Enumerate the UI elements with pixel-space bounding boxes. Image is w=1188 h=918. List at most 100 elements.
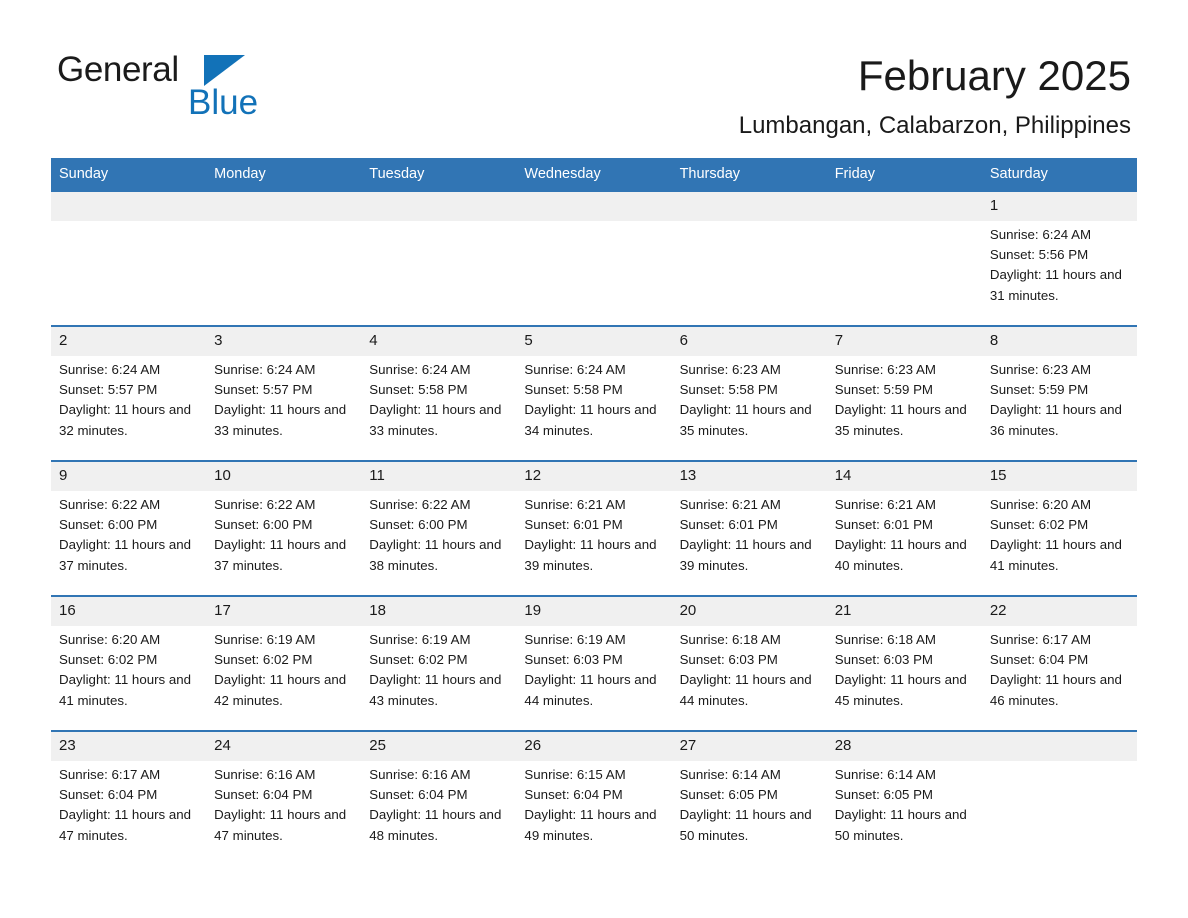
calendar-day-cell[interactable] [206,190,362,326]
calendar-day-cell[interactable]: 21 Sunrise: 6:18 AM Sunset: 6:03 PM Dayl… [826,595,982,731]
calendar-day-cell[interactable] [981,730,1137,865]
daylight-text: Daylight: 11 hours and 42 minutes. [214,672,347,708]
sunrise-text: Sunrise: 6:22 AM [214,497,316,512]
calendar-day-cell[interactable]: 2 Sunrise: 6:24 AM Sunset: 5:57 PM Dayli… [51,325,207,461]
calendar-day-cell[interactable] [826,190,982,326]
calendar-day-cell[interactable] [361,190,517,326]
day-details: Sunrise: 6:19 AM Sunset: 6:02 PM Dayligh… [206,626,361,711]
day-number [671,192,827,221]
calendar-day-cell[interactable]: 13 Sunrise: 6:21 AM Sunset: 6:01 PM Dayl… [671,460,827,596]
calendar-day-cell[interactable]: 25 Sunrise: 6:16 AM Sunset: 6:04 PM Dayl… [361,730,517,865]
daylight-text: Daylight: 11 hours and 44 minutes. [524,672,657,708]
daylight-text: Daylight: 11 hours and 39 minutes. [679,537,812,573]
sunset-text: Sunset: 6:00 PM [369,517,468,533]
calendar-day-cell[interactable]: 23 Sunrise: 6:17 AM Sunset: 6:04 PM Dayl… [51,730,207,865]
sunset-text: Sunset: 6:01 PM [834,517,934,533]
calendar-day-cell[interactable]: 27 Sunrise: 6:14 AM Sunset: 6:05 PM Dayl… [671,730,827,865]
calendar-week-row: 23 Sunrise: 6:17 AM Sunset: 6:04 PM Dayl… [51,730,1137,865]
day-number: 10 [206,462,362,491]
day-number [361,192,517,221]
sunrise-text: Sunrise: 6:18 AM [679,632,781,647]
daylight-text: Daylight: 11 hours and 33 minutes. [369,402,502,438]
day-details: Sunrise: 6:24 AM Sunset: 5:57 PM Dayligh… [206,356,361,441]
daylight-text: Daylight: 11 hours and 36 minutes. [989,402,1122,438]
calendar-day-cell[interactable]: 16 Sunrise: 6:20 AM Sunset: 6:02 PM Dayl… [51,595,207,731]
sunset-text: Sunset: 6:04 PM [59,787,158,803]
sunrise-sunset-calendar: Sunday Monday Tuesday Wednesday Thursday… [51,158,1137,865]
calendar-day-cell[interactable]: 20 Sunrise: 6:18 AM Sunset: 6:03 PM Dayl… [671,595,827,731]
sunset-text: Sunset: 5:58 PM [524,382,623,398]
calendar-day-cell[interactable]: 18 Sunrise: 6:19 AM Sunset: 6:02 PM Dayl… [361,595,517,731]
daylight-text: Daylight: 11 hours and 37 minutes. [214,537,347,573]
daylight-text: Daylight: 11 hours and 39 minutes. [524,537,657,573]
calendar-day-cell[interactable] [516,190,672,326]
daylight-text: Daylight: 11 hours and 50 minutes. [834,807,967,843]
day-number: 28 [826,732,982,761]
sunrise-text: Sunrise: 6:17 AM [59,767,161,782]
daylight-text: Daylight: 11 hours and 33 minutes. [214,402,347,438]
sunset-text: Sunset: 6:05 PM [834,787,934,803]
sunrise-text: Sunrise: 6:21 AM [524,497,626,512]
calendar-day-cell[interactable] [671,190,827,326]
day-details: Sunrise: 6:23 AM Sunset: 5:58 PM Dayligh… [672,356,827,441]
calendar-page: General Blue February 2025 Lumbangan, Ca… [0,0,1188,918]
calendar-day-cell[interactable]: 11 Sunrise: 6:22 AM Sunset: 6:00 PM Dayl… [361,460,517,596]
weekday-header-wednesday: Wednesday [516,158,672,191]
day-number: 27 [671,732,827,761]
sunset-text: Sunset: 6:04 PM [524,787,623,803]
day-number: 6 [671,327,827,356]
weekday-header-thursday: Thursday [671,158,827,191]
calendar-day-cell[interactable]: 22 Sunrise: 6:17 AM Sunset: 6:04 PM Dayl… [981,595,1137,731]
sunset-text: Sunset: 6:03 PM [524,652,623,668]
calendar-day-cell[interactable]: 3 Sunrise: 6:24 AM Sunset: 5:57 PM Dayli… [206,325,362,461]
sunset-text: Sunset: 6:01 PM [524,517,623,533]
sunrise-text: Sunrise: 6:22 AM [369,497,471,512]
sunset-text: Sunset: 6:03 PM [834,652,934,668]
calendar-day-cell[interactable]: 19 Sunrise: 6:19 AM Sunset: 6:03 PM Dayl… [516,595,672,731]
daylight-text: Daylight: 11 hours and 49 minutes. [524,807,657,843]
calendar-day-cell[interactable]: 4 Sunrise: 6:24 AM Sunset: 5:58 PM Dayli… [361,325,517,461]
calendar-day-cell[interactable]: 1 Sunrise: 6:24 AM Sunset: 5:56 PM Dayli… [981,190,1137,326]
day-number [516,192,672,221]
sunrise-text: Sunrise: 6:24 AM [59,362,161,377]
calendar-day-cell[interactable]: 15 Sunrise: 6:20 AM Sunset: 6:02 PM Dayl… [981,460,1137,596]
day-details: Sunrise: 6:17 AM Sunset: 6:04 PM Dayligh… [51,761,206,846]
sunrise-text: Sunrise: 6:23 AM [834,362,936,377]
day-number: 26 [516,732,672,761]
calendar-day-cell[interactable]: 12 Sunrise: 6:21 AM Sunset: 6:01 PM Dayl… [516,460,672,596]
day-details [516,221,671,225]
day-number: 13 [671,462,827,491]
generalblue-logo[interactable]: General Blue [57,50,347,125]
sunset-text: Sunset: 5:56 PM [989,247,1089,263]
day-details: Sunrise: 6:15 AM Sunset: 6:04 PM Dayligh… [516,761,671,846]
day-details [361,221,516,225]
page-title: February 2025 [857,52,1131,99]
sunrise-text: Sunrise: 6:15 AM [524,767,626,782]
calendar-day-cell[interactable]: 5 Sunrise: 6:24 AM Sunset: 5:58 PM Dayli… [516,325,672,461]
calendar-day-cell[interactable]: 17 Sunrise: 6:19 AM Sunset: 6:02 PM Dayl… [206,595,362,731]
daylight-text: Daylight: 11 hours and 47 minutes. [59,807,192,843]
day-number: 4 [361,327,517,356]
day-number: 8 [981,327,1137,356]
calendar-day-cell[interactable]: 7 Sunrise: 6:23 AM Sunset: 5:59 PM Dayli… [826,325,982,461]
daylight-text: Daylight: 11 hours and 35 minutes. [679,402,812,438]
daylight-text: Daylight: 11 hours and 40 minutes. [834,537,967,573]
calendar-day-cell[interactable]: 14 Sunrise: 6:21 AM Sunset: 6:01 PM Dayl… [826,460,982,596]
sunrise-text: Sunrise: 6:16 AM [369,767,471,782]
calendar-day-cell[interactable]: 24 Sunrise: 6:16 AM Sunset: 6:04 PM Dayl… [206,730,362,865]
daylight-text: Daylight: 11 hours and 41 minutes. [989,537,1122,573]
calendar-day-cell[interactable]: 10 Sunrise: 6:22 AM Sunset: 6:00 PM Dayl… [206,460,362,596]
logo-text-blue: Blue [188,83,259,122]
sunset-text: Sunset: 6:03 PM [679,652,778,668]
day-number: 17 [206,597,362,626]
calendar-day-cell[interactable]: 28 Sunrise: 6:14 AM Sunset: 6:05 PM Dayl… [826,730,982,865]
calendar-day-cell[interactable]: 9 Sunrise: 6:22 AM Sunset: 6:00 PM Dayli… [51,460,207,596]
calendar-day-cell[interactable]: 8 Sunrise: 6:23 AM Sunset: 5:59 PM Dayli… [981,325,1137,461]
calendar-day-cell[interactable]: 26 Sunrise: 6:15 AM Sunset: 6:04 PM Dayl… [516,730,672,865]
calendar-day-cell[interactable]: 6 Sunrise: 6:23 AM Sunset: 5:58 PM Dayli… [671,325,827,461]
day-number: 3 [206,327,362,356]
daylight-text: Daylight: 11 hours and 41 minutes. [59,672,192,708]
sunset-text: Sunset: 6:02 PM [369,652,468,668]
logo-triangle-icon [204,55,245,86]
calendar-day-cell[interactable] [51,190,207,326]
